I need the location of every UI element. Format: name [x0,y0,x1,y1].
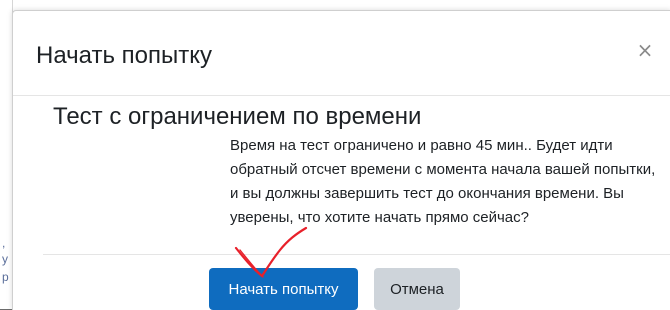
background-text-fragment: p [2,270,9,284]
dialog-title: Начать попытку [36,42,212,69]
start-attempt-dialog: Начать попытку × Тест с ограничением по … [12,10,670,310]
start-attempt-button[interactable]: Начать попытку [209,268,358,310]
test-heading: Тест с ограничением по времени [53,103,422,130]
close-icon: × [636,38,654,62]
dialog-header: Начать попытку × [13,11,670,96]
test-description: Время на тест ограничено и равно 45 мин.… [230,137,656,226]
dialog-footer: Начать попытку Отмена [13,255,670,310]
background-text-fragment: y [2,252,8,266]
cancel-button[interactable]: Отмена [374,268,460,310]
close-button[interactable]: × [635,38,655,62]
dialog-body: Тест с ограничением по времени Время на … [43,96,670,251]
background-text-fragment: , [2,236,6,250]
